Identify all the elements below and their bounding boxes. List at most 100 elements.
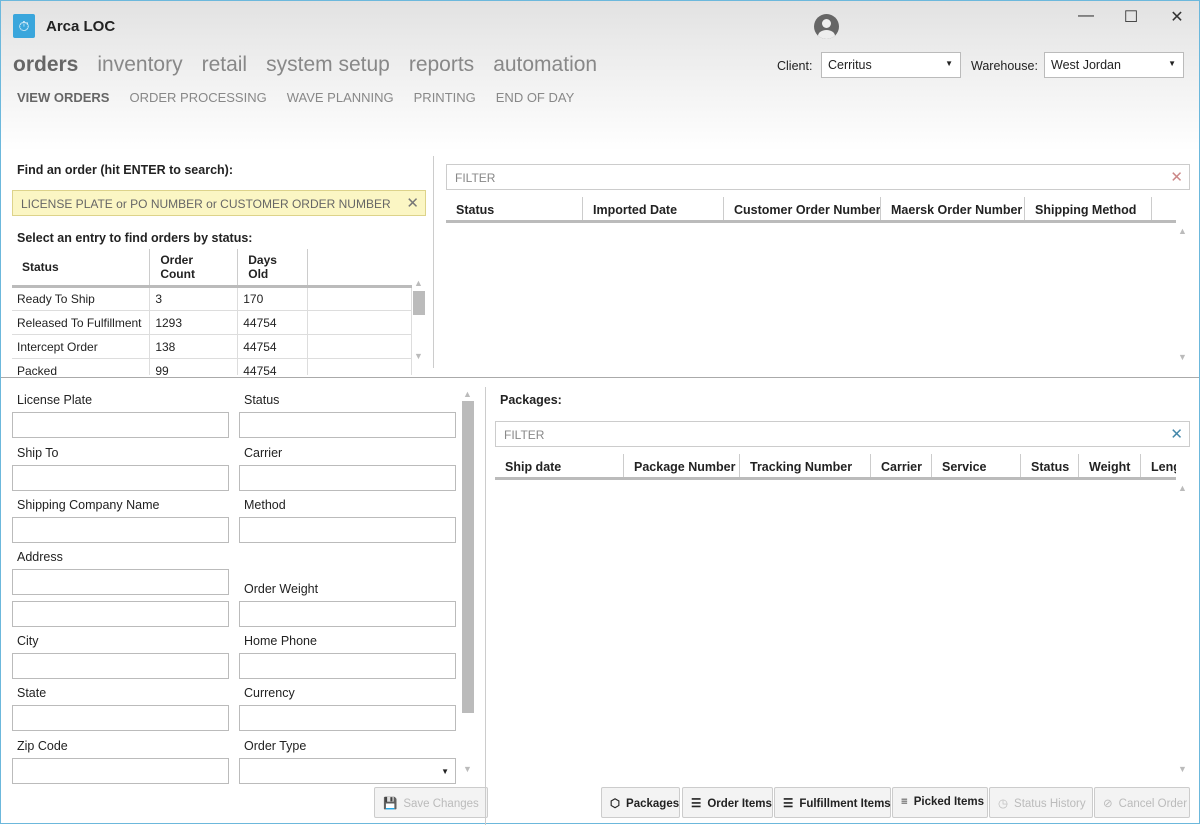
col-maersk-order-number[interactable]: Maersk Order Number	[881, 197, 1025, 220]
clear-icon[interactable]: ✕	[1170, 425, 1183, 443]
col-customer-order-number[interactable]: Customer Order Number	[724, 197, 881, 220]
save-changes-button[interactable]: 💾 Save Changes	[374, 787, 488, 818]
col-status[interactable]: Status	[446, 197, 583, 220]
order-items-button[interactable]: ☰ Order Items	[682, 787, 773, 818]
warehouse-select[interactable]: West Jordan	[1044, 52, 1184, 78]
col-package-number[interactable]: Package Number	[624, 454, 740, 477]
nav-automation[interactable]: automation	[493, 53, 597, 77]
cell: 138	[149, 334, 239, 359]
field-input[interactable]	[239, 465, 456, 491]
user-avatar-icon[interactable]	[814, 14, 839, 39]
sub-nav: VIEW ORDERS ORDER PROCESSING WAVE PLANNI…	[17, 90, 574, 105]
field-input[interactable]	[12, 517, 229, 543]
save-icon: 💾	[383, 798, 398, 810]
scroll-down-icon[interactable]: ▼	[1178, 764, 1187, 774]
field-label: Carrier	[244, 446, 283, 460]
field-input[interactable]	[239, 412, 456, 438]
client-label: Client:	[777, 59, 813, 73]
scrollbar-thumb[interactable]	[413, 291, 425, 315]
col-imported-date[interactable]: Imported Date	[583, 197, 724, 220]
scroll-up-icon[interactable]: ▲	[463, 389, 472, 399]
field-input[interactable]	[12, 465, 229, 491]
divider	[485, 387, 486, 825]
maximize-button[interactable]: ☐	[1116, 7, 1146, 27]
warehouse-label: Warehouse:	[971, 59, 1038, 73]
col-tracking-number[interactable]: Tracking Number	[740, 454, 871, 477]
field-input[interactable]	[239, 705, 456, 731]
col-status[interactable]: Status	[12, 249, 151, 288]
divider	[433, 156, 434, 368]
col-carrier[interactable]: Carrier	[871, 454, 932, 477]
table-row[interactable]: Ready To Ship 3 170	[12, 286, 412, 311]
col-ship-date[interactable]: Ship date	[495, 454, 624, 477]
col-days-old[interactable]: Days Old	[237, 249, 309, 288]
fulfillment-items-button[interactable]: ☰ Fulfillment Items	[774, 787, 891, 818]
cell: 44754	[237, 310, 309, 335]
field-label: Shipping Company Name	[17, 498, 160, 512]
packages-button[interactable]: ⬡ Packages	[601, 787, 680, 818]
table-row[interactable]: Released To Fulfillment 1293 44754	[12, 310, 412, 335]
field-input[interactable]	[12, 758, 229, 784]
nav-inventory[interactable]: inventory	[97, 53, 182, 77]
scroll-up-icon[interactable]: ▲	[1178, 483, 1187, 493]
cell: 44754	[237, 358, 309, 375]
status-history-button[interactable]: ◷ Status History	[989, 787, 1093, 818]
field-label: Home Phone	[244, 634, 317, 648]
main-nav: orders inventory retail system setup rep…	[13, 53, 597, 77]
close-button[interactable]: ✕	[1162, 7, 1192, 27]
cell: 170	[237, 286, 309, 311]
col-shipping-method[interactable]: Shipping Method	[1025, 197, 1152, 220]
scroll-down-icon[interactable]: ▼	[414, 351, 423, 361]
minimize-button[interactable]: —	[1071, 7, 1101, 25]
clear-icon[interactable]: ✕	[1170, 168, 1183, 186]
subnav-wave-planning[interactable]: WAVE PLANNING	[287, 90, 394, 105]
cancel-order-button[interactable]: ⊘ Cancel Order	[1094, 787, 1190, 818]
clear-icon[interactable]: ✕	[406, 194, 419, 212]
col-status[interactable]: Status	[1021, 454, 1079, 477]
client-select[interactable]: Cerritus	[821, 52, 961, 78]
scrollbar-thumb[interactable]	[462, 401, 474, 713]
field-input[interactable]: ▼	[239, 758, 456, 784]
field-input[interactable]	[12, 705, 229, 731]
horizontal-divider	[1, 377, 1199, 378]
table-row[interactable]: Packed 99 44754	[12, 358, 412, 375]
field-input[interactable]	[239, 653, 456, 679]
chevron-down-icon: ▼	[441, 767, 449, 776]
cell: 99	[149, 358, 239, 375]
subnav-printing[interactable]: PRINTING	[414, 90, 476, 105]
table-row[interactable]: Intercept Order 138 44754	[12, 334, 412, 359]
scroll-up-icon[interactable]: ▲	[1178, 226, 1187, 236]
col-blank	[307, 249, 412, 288]
orders-grid-header: Status Imported Date Customer Order Numb…	[446, 197, 1176, 223]
picked-list-icon: ≡	[901, 796, 908, 808]
subnav-view-orders[interactable]: VIEW ORDERS	[17, 90, 109, 105]
client-value: Cerritus	[828, 58, 872, 72]
scroll-up-icon[interactable]: ▲	[414, 278, 423, 288]
nav-orders[interactable]: orders	[13, 53, 78, 77]
checklist-icon: ☰	[783, 798, 794, 810]
col-service[interactable]: Service	[932, 454, 1021, 477]
field-input[interactable]	[239, 601, 456, 627]
subnav-order-processing[interactable]: ORDER PROCESSING	[129, 90, 266, 105]
col-length[interactable]: Leng	[1141, 454, 1176, 477]
col-order-count[interactable]: Order Count	[149, 249, 239, 288]
field-label: State	[17, 686, 47, 700]
nav-reports[interactable]: reports	[409, 53, 474, 77]
subnav-end-of-day[interactable]: END OF DAY	[496, 90, 575, 105]
scroll-down-icon[interactable]: ▼	[463, 764, 472, 774]
scroll-down-icon[interactable]: ▼	[1178, 352, 1187, 362]
packages-filter-input[interactable]: FILTER ✕	[495, 421, 1190, 447]
field-input[interactable]	[12, 653, 229, 679]
field-input[interactable]	[12, 412, 229, 438]
button-label: Picked Items	[913, 796, 985, 808]
order-search-input[interactable]: LICENSE PLATE or PO NUMBER or CUSTOMER O…	[12, 190, 426, 216]
status-table-label: Select an entry to find orders by status…	[17, 231, 253, 245]
orders-filter-input[interactable]: FILTER ✕	[446, 164, 1190, 190]
address-line-2-input[interactable]	[12, 601, 229, 627]
nav-system-setup[interactable]: system setup	[266, 53, 390, 77]
nav-retail[interactable]: retail	[202, 53, 248, 77]
picked-items-button[interactable]: ≡ Picked Items	[892, 787, 988, 818]
col-weight[interactable]: Weight	[1079, 454, 1141, 477]
field-input[interactable]	[12, 569, 229, 595]
field-input[interactable]	[239, 517, 456, 543]
